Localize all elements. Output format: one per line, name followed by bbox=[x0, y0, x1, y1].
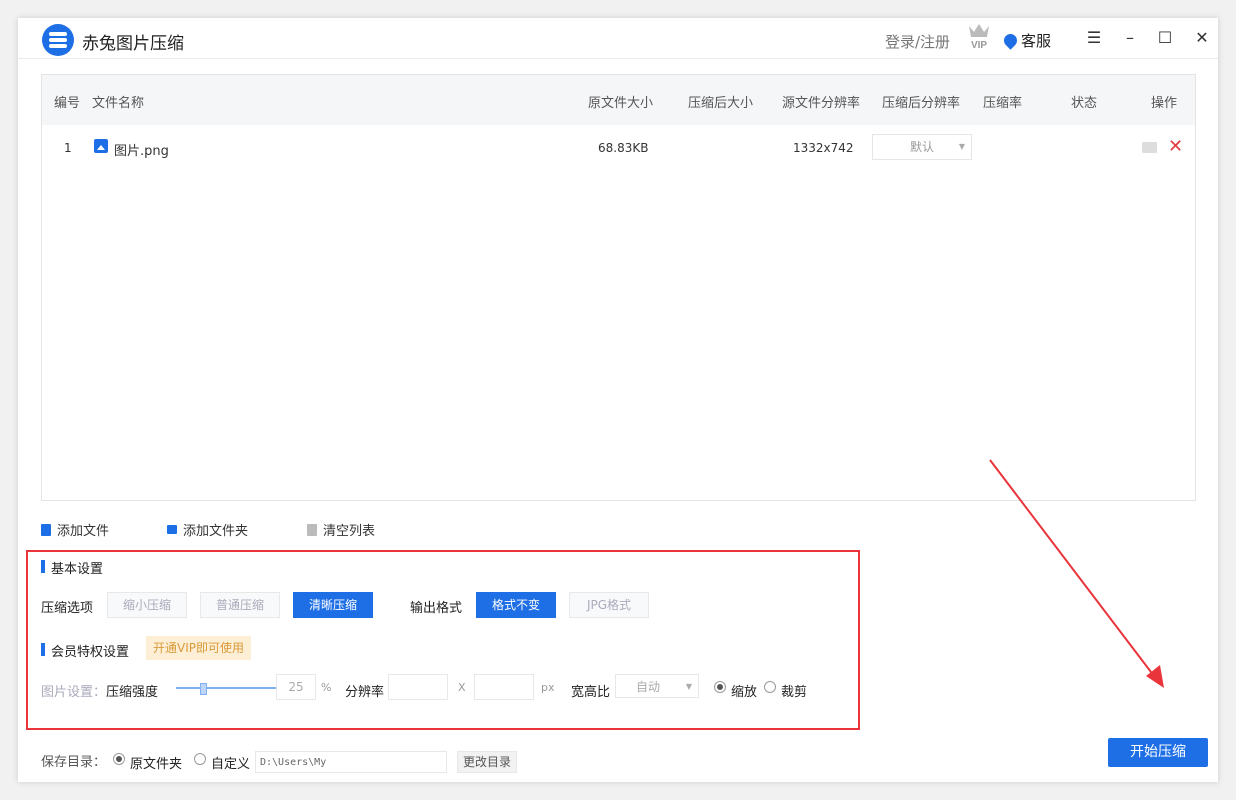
annotation-arrow bbox=[989, 459, 1164, 688]
